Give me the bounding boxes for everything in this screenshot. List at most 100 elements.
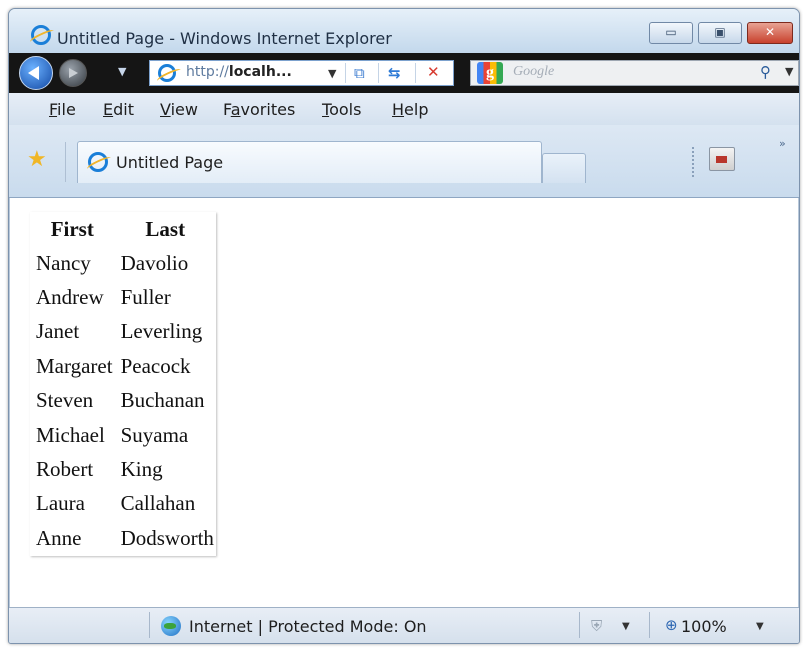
toolbar-grip xyxy=(692,147,696,177)
protected-mode-icon[interactable]: ⛨ xyxy=(591,617,602,635)
table-row: Laura Callahan xyxy=(30,487,216,521)
menu-mnemonic: a xyxy=(230,100,241,119)
menu-file[interactable]: File xyxy=(49,100,76,119)
table-row: Steven Buchanan xyxy=(30,384,216,418)
menu-mnemonic: T xyxy=(322,100,330,119)
page-tools-icon[interactable] xyxy=(709,147,735,171)
search-placeholder: Google xyxy=(513,64,555,79)
menu-mnemonic: E xyxy=(103,100,114,119)
table-row: Janet Leverling xyxy=(30,315,216,349)
address-scheme: http:// xyxy=(186,64,229,80)
cell-first: Nancy xyxy=(36,250,91,275)
window-title: Untitled Page - Windows Internet Explore… xyxy=(57,29,392,48)
cell-last: Dodsworth xyxy=(120,525,214,550)
cell-last: Buchanan xyxy=(120,388,205,413)
google-logo-icon: g xyxy=(477,62,503,84)
back-button[interactable] xyxy=(19,56,53,90)
address-text[interactable]: http://localh... xyxy=(186,64,292,80)
address-host: localh... xyxy=(228,64,292,80)
cell-last: Fuller xyxy=(120,285,171,310)
divider xyxy=(378,63,379,83)
menu-mnemonic: F xyxy=(49,100,58,119)
address-bar[interactable]: http://localh... ▼ ⧉ ⇆ ✕ xyxy=(149,60,454,86)
cell-last: Peacock xyxy=(120,353,191,378)
menu-label: vorites xyxy=(240,100,296,119)
stop-icon[interactable]: ✕ xyxy=(427,63,440,81)
compatibility-view-icon[interactable]: ⧉ xyxy=(354,64,365,82)
favorites-star-icon[interactable]: ★ xyxy=(27,147,47,172)
minimize-button[interactable]: ▭ xyxy=(649,22,693,44)
cell-last: Callahan xyxy=(120,491,196,516)
zoom-magnifier-icon[interactable]: ⊕ xyxy=(665,616,678,634)
menu-tools[interactable]: Tools xyxy=(322,100,361,119)
page-content: First Last Nancy Davolio Andrew Fuller Jan… xyxy=(9,198,799,607)
close-button[interactable]: ✕ xyxy=(747,22,793,44)
menu-favorites[interactable]: Favorites xyxy=(223,100,295,119)
title-bar: Untitled Page - Windows Internet Explore… xyxy=(9,9,799,53)
cell-first: Michael xyxy=(36,422,105,447)
new-tab-button[interactable] xyxy=(542,153,586,183)
navigation-bar: ▼ http://localh... ▼ ⧉ ⇆ ✕ g Google ⚲ ▼ xyxy=(9,53,799,93)
divider xyxy=(149,612,150,638)
forward-arrow-icon xyxy=(69,68,78,78)
divider xyxy=(65,142,66,182)
menu-bar: File Edit View Favorites Tools Help xyxy=(9,93,799,125)
back-arrow-icon xyxy=(28,66,39,80)
cell-last: Davolio xyxy=(120,250,189,275)
menu-edit[interactable]: Edit xyxy=(103,100,134,119)
table-row: Michael Suyama xyxy=(30,418,216,452)
cell-first: Robert xyxy=(36,457,94,482)
cell-first: Andrew xyxy=(36,285,104,310)
cell-last: Leverling xyxy=(120,319,203,344)
menu-label: dit xyxy=(113,100,134,119)
column-header-first: First xyxy=(50,216,94,241)
zoom-dropdown-icon[interactable]: ▼ xyxy=(756,621,764,632)
search-icon[interactable]: ⚲ xyxy=(760,63,771,81)
browser-window: Untitled Page - Windows Internet Explore… xyxy=(8,8,800,644)
column-header-last: Last xyxy=(145,216,186,241)
cell-first: Anne xyxy=(36,525,82,550)
search-options-dropdown-icon[interactable]: ▼ xyxy=(785,65,793,78)
menu-view[interactable]: View xyxy=(160,100,198,119)
internet-zone-globe-icon xyxy=(161,616,181,636)
grid-header-row: First Last xyxy=(30,212,216,246)
table-row: Margaret Peacock xyxy=(30,349,216,383)
menu-mnemonic: V xyxy=(160,100,171,119)
status-bar: Internet | Protected Mode: On ⛨ ▼ ⊕ 100%… xyxy=(9,607,799,643)
recent-pages-dropdown-icon[interactable]: ▼ xyxy=(118,65,126,78)
divider xyxy=(345,63,346,83)
tab-label: Untitled Page xyxy=(116,153,224,172)
table-row: Andrew Fuller xyxy=(30,280,216,314)
refresh-icon[interactable]: ⇆ xyxy=(388,64,401,82)
favorites-tab-bar: ★ Untitled Page » xyxy=(9,125,799,198)
table-row: Anne Dodsworth xyxy=(30,521,216,555)
tab-untitled-page[interactable]: Untitled Page xyxy=(77,141,542,183)
menu-help[interactable]: Help xyxy=(392,100,428,119)
address-dropdown-icon[interactable]: ▼ xyxy=(328,67,336,80)
menu-mnemonic: H xyxy=(392,100,405,119)
ie-logo-icon xyxy=(31,25,51,45)
employee-grid: First Last Nancy Davolio Andrew Fuller Jan… xyxy=(30,212,216,556)
cell-last: King xyxy=(120,457,163,482)
menu-label: iew xyxy=(170,100,198,119)
tab-ie-icon xyxy=(88,152,108,172)
menu-label: ile xyxy=(57,100,76,119)
zoom-level[interactable]: 100% xyxy=(681,617,727,636)
search-box[interactable]: g Google ⚲ ▼ xyxy=(470,60,799,86)
menu-label-prefix: F xyxy=(223,100,231,119)
cell-first: Steven xyxy=(36,388,94,413)
cell-first: Janet xyxy=(36,319,80,344)
menu-label: ools xyxy=(329,100,362,119)
table-row: Nancy Davolio xyxy=(30,246,216,280)
protected-mode-dropdown-icon[interactable]: ▼ xyxy=(622,621,630,632)
more-tools-chevron-icon[interactable]: » xyxy=(779,137,786,150)
cell-first: Margaret xyxy=(36,353,113,378)
maximize-button[interactable]: ▣ xyxy=(698,22,742,44)
cell-last: Suyama xyxy=(120,422,189,447)
divider xyxy=(579,612,580,638)
menu-label: elp xyxy=(404,100,429,119)
page-icon xyxy=(158,64,176,82)
divider xyxy=(649,612,650,638)
forward-button[interactable] xyxy=(59,59,87,87)
security-zone-text[interactable]: Internet | Protected Mode: On xyxy=(189,617,427,636)
